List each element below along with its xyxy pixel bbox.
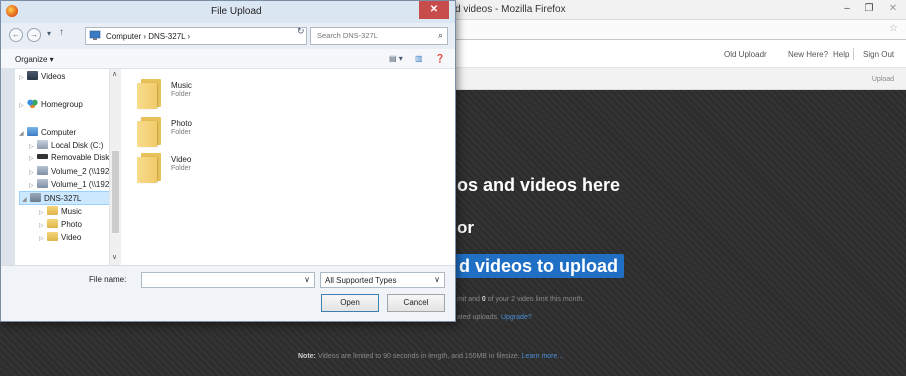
command-bar: Organize ▾ ▤ ▾ ▥ ❓ (1, 49, 455, 69)
bookmark-star-icon[interactable]: ☆ (889, 23, 898, 34)
file-list[interactable]: Music Folder Photo Folder Video Folder (123, 69, 455, 265)
dialog-footer: File name: ∨ All Supported Types ∨ Open … (1, 265, 455, 321)
network-drive-icon (37, 179, 48, 188)
list-item[interactable]: Music Folder (137, 77, 257, 113)
removable-disk-icon (37, 154, 48, 159)
computer-icon (27, 127, 38, 136)
view-options-icon[interactable]: ▤ ▾ (389, 54, 403, 63)
list-item[interactable]: Video Folder (137, 151, 257, 187)
file-name-label: File name: (89, 275, 127, 284)
file-name: Photo (171, 119, 192, 128)
nas-device-icon (30, 193, 41, 202)
scroll-up-icon[interactable]: ∧ (112, 70, 117, 78)
file-name: Music (171, 81, 192, 90)
nav-item-local-disk[interactable]: ▷ Local Disk (C:) (29, 140, 103, 152)
file-name-combobox[interactable]: ∨ (141, 272, 315, 288)
scrollbar-thumb[interactable] (112, 151, 119, 233)
nav-divider (853, 48, 854, 60)
learn-more-link[interactable]: Learn more... (522, 353, 564, 360)
upload-tab[interactable]: Upload (872, 76, 894, 83)
file-name-input[interactable] (146, 275, 296, 284)
homegroup-icon (27, 99, 38, 108)
folder-icon (47, 206, 58, 215)
upgrade-link[interactable]: Upgrade? (501, 314, 532, 321)
help-link[interactable]: Help (833, 50, 849, 59)
firefox-logo-icon (6, 5, 18, 17)
select-files-button[interactable]: d videos to upload (455, 254, 625, 278)
search-box[interactable]: ⌕ (310, 27, 448, 45)
unlimited-uploads-text: ated uploads. Upgrade? (457, 314, 532, 321)
navigation-pane[interactable]: ▷ Videos ▷ Homegroup ◢ Computer ▷ Local Disk… (15, 69, 123, 265)
open-button[interactable]: Open (321, 294, 379, 312)
computer-icon (89, 30, 101, 40)
file-type: Folder (171, 91, 191, 98)
folder-icon (47, 219, 58, 228)
nav-item-volume-1[interactable]: ▷ Volume_1 (\\192. (29, 179, 111, 191)
address-row: ← → ▾ ↑ Computer › DNS-327L › ∨ ↻ ⌕ (1, 23, 455, 49)
nav-item-computer[interactable]: ◢ Computer (19, 127, 76, 139)
sign-out-link[interactable]: Sign Out (863, 50, 894, 59)
up-arrow-icon[interactable]: ↑ (59, 27, 64, 38)
firefox-window-title: d videos - Mozilla Firefox (455, 4, 566, 15)
nav-item-homegroup[interactable]: ▷ Homegroup (19, 99, 83, 111)
folder-icon (47, 232, 58, 241)
nav-item-dns-327l[interactable]: ◢ DNS-327L (19, 191, 110, 205)
back-icon[interactable]: ← (9, 28, 23, 42)
nav-item-removable-disk[interactable]: ▷ Removable Disk ( (29, 153, 114, 165)
upload-limit-text: mit and 0 of your 2 video limit this mon… (457, 296, 585, 303)
folder-icon (137, 153, 161, 183)
help-icon[interactable]: ❓ (435, 54, 445, 63)
file-type: Folder (171, 165, 191, 172)
forward-icon[interactable]: → (27, 28, 41, 42)
cancel-button[interactable]: Cancel (387, 294, 445, 312)
old-uploader-link[interactable]: Old Uploadr (724, 50, 767, 59)
scroll-down-icon[interactable]: ∨ (112, 253, 117, 261)
folder-icon (137, 79, 161, 109)
file-upload-dialog: File Upload ✕ ← → ▾ ↑ Computer › DNS-327… (0, 0, 456, 322)
nav-scrollbar[interactable]: ∧ ∨ (109, 69, 121, 265)
local-disk-icon (37, 140, 48, 149)
drop-instructions: os and videos here (457, 175, 621, 195)
dialog-close-button[interactable]: ✕ (419, 1, 449, 19)
file-type: Folder (171, 129, 191, 136)
or-separator: or (457, 218, 474, 237)
list-item[interactable]: Photo Folder (137, 115, 257, 151)
new-here-link[interactable]: New Here? (788, 50, 828, 59)
dialog-titlebar: File Upload ✕ (1, 1, 455, 23)
nav-item-videos[interactable]: ▷ Videos (19, 71, 65, 83)
breadcrumb[interactable]: Computer › DNS-327L › (106, 32, 190, 41)
nav-item-photo[interactable]: ▷ Photo (39, 219, 82, 231)
dialog-title: File Upload (211, 6, 262, 17)
chevron-down-icon[interactable]: ∨ (304, 275, 310, 284)
file-type-value: All Supported Types (325, 276, 397, 285)
chevron-down-icon[interactable]: ∨ (434, 275, 440, 284)
refresh-icon[interactable]: ↻ (297, 26, 305, 37)
folder-icon (137, 117, 161, 147)
network-drive-icon (37, 166, 48, 175)
nav-item-video[interactable]: ▷ Video (39, 232, 81, 244)
preview-pane-icon[interactable]: ▥ (415, 54, 423, 63)
search-input[interactable] (317, 31, 427, 40)
video-library-icon (27, 71, 38, 80)
maximize-icon[interactable]: ❐ (858, 0, 880, 18)
recent-locations-icon[interactable]: ▾ (47, 29, 51, 38)
search-icon[interactable]: ⌕ (438, 30, 443, 41)
minimize-icon[interactable]: – (836, 0, 858, 18)
upload-note: Note: Videos are limited to 90 seconds i… (298, 353, 564, 360)
address-bar[interactable]: Computer › DNS-327L › ∨ (85, 27, 376, 45)
file-type-select[interactable]: All Supported Types ∨ (320, 272, 445, 288)
nav-item-music[interactable]: ▷ Music (39, 206, 82, 218)
nav-item-volume-2[interactable]: ▷ Volume_2 (\\192. (29, 166, 111, 178)
close-window-icon[interactable]: ✕ (882, 0, 904, 18)
file-name: Video (171, 155, 192, 164)
organize-menu[interactable]: Organize ▾ (15, 55, 54, 64)
